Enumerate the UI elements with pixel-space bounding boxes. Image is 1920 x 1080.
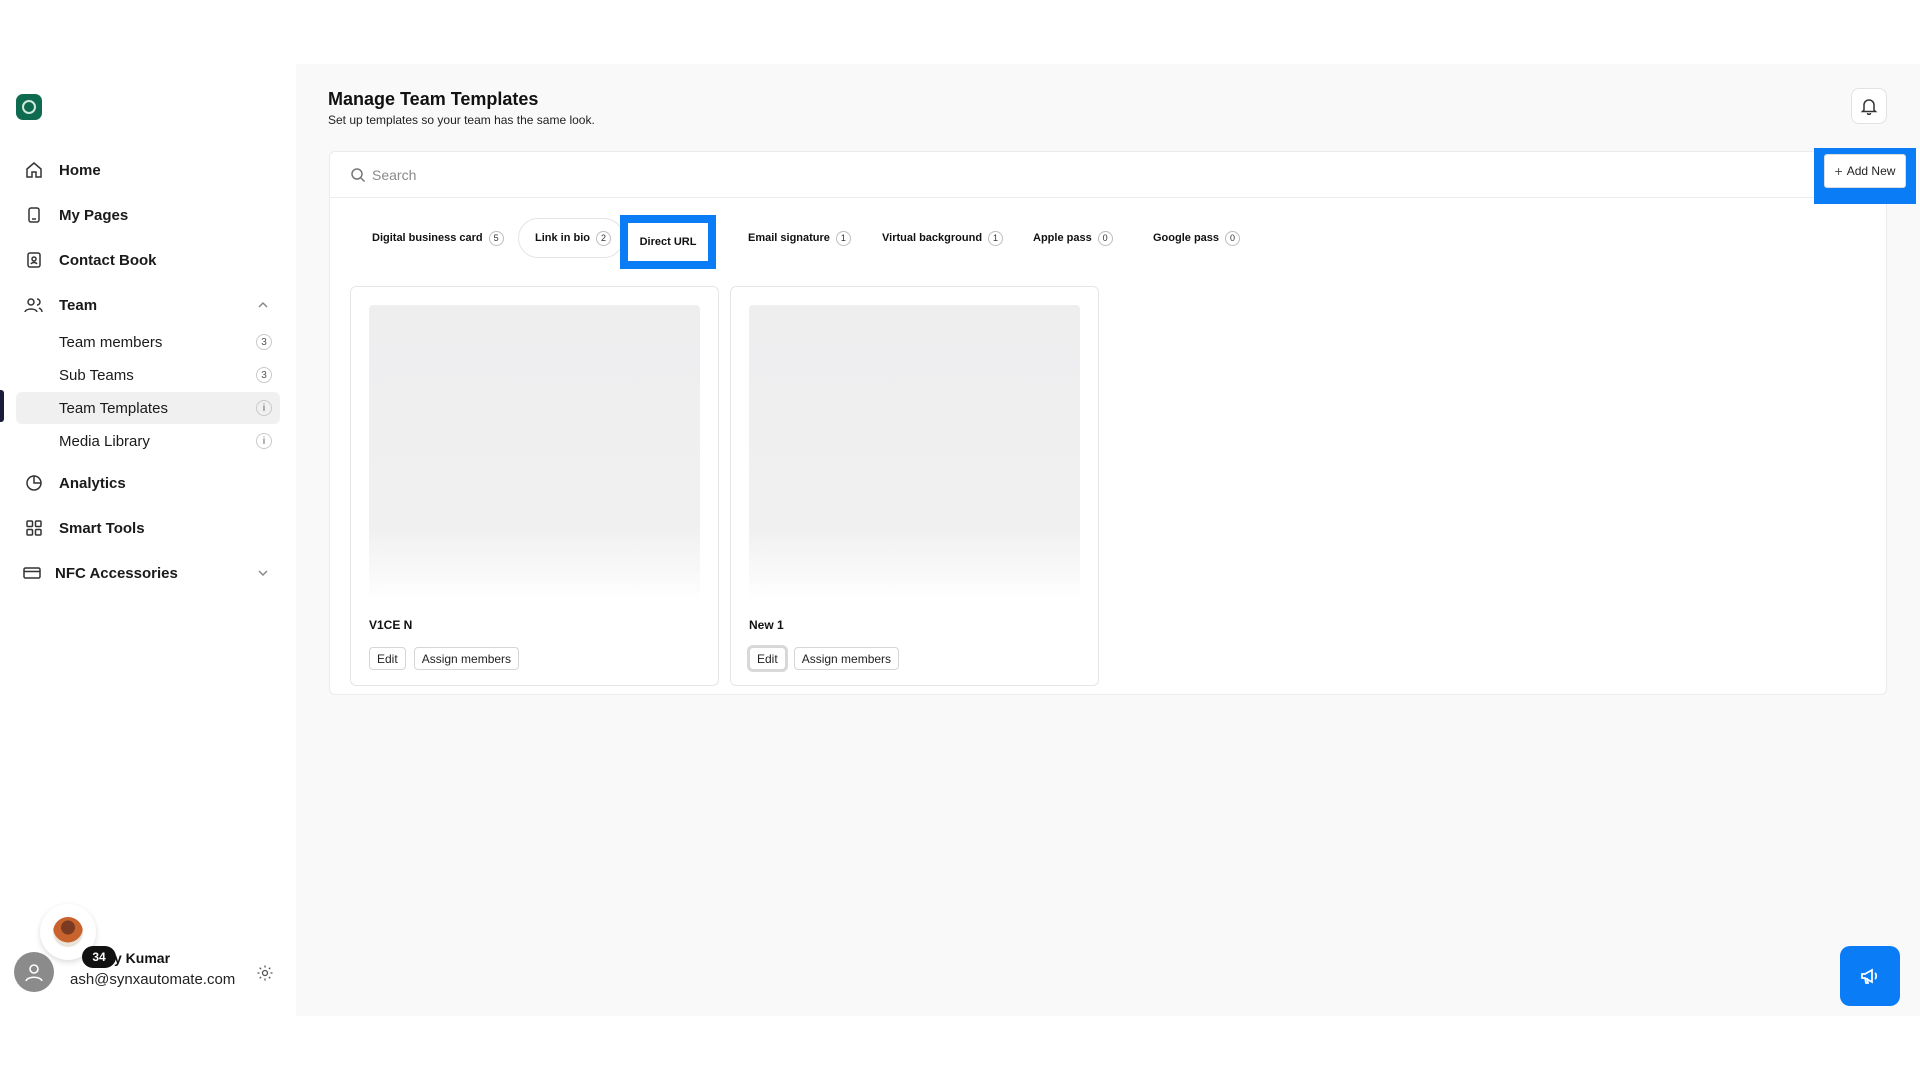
home-icon	[16, 152, 52, 188]
nav-item-contact-book[interactable]: Contact Book	[16, 242, 280, 278]
tab-virtual-background[interactable]: Virtual background 1	[882, 218, 1004, 258]
count-badge: 3	[256, 334, 272, 350]
template-name: New 1	[749, 618, 784, 632]
search-input[interactable]	[372, 160, 1472, 190]
sidebar-item-sub-teams[interactable]: Sub Teams 3	[16, 359, 280, 391]
nav-label: My Pages	[59, 206, 129, 224]
tab-label: Digital business card	[372, 232, 483, 244]
tab-google-pass[interactable]: Google pass 0	[1153, 218, 1241, 258]
template-type-tabs: Digital business card 5 Link in bio 2 Di…	[330, 215, 1330, 269]
add-new-highlight: + Add New	[1814, 148, 1916, 204]
megaphone-icon	[1861, 968, 1877, 984]
tab-label: Direct URL	[639, 236, 697, 248]
sidebar-item-team-members[interactable]: Team members 3	[16, 326, 280, 358]
tab-count: 0	[1225, 230, 1241, 246]
notifications-button[interactable]	[1851, 88, 1887, 124]
tab-apple-pass[interactable]: Apple pass 0	[1033, 218, 1113, 258]
edit-button[interactable]: Edit	[749, 647, 786, 670]
add-new-button[interactable]: + Add New	[1824, 154, 1906, 188]
nav-label: NFC Accessories	[55, 564, 178, 582]
template-name: V1CE N	[369, 618, 413, 632]
tab-label: Email signature	[748, 232, 830, 244]
templates-panel: + Add New Digital business card 5 Link i…	[329, 148, 1916, 695]
sidebar-item-team-templates[interactable]: Team Templates i	[16, 392, 280, 424]
tab-count: 1	[835, 230, 851, 246]
analytics-icon	[16, 465, 52, 501]
main-content: Manage Team Templates Set up templates s…	[296, 64, 1920, 1016]
card-icon	[16, 555, 48, 591]
nav-label: Team	[59, 296, 98, 314]
card-actions: Edit Assign members	[369, 647, 520, 670]
sidebar: Home My Pages Contact Book Team Team mem…	[0, 64, 296, 1016]
nav-item-analytics[interactable]: Analytics	[16, 465, 280, 501]
template-preview[interactable]	[749, 305, 1080, 603]
team-icon	[16, 287, 52, 323]
notification-count-badge: 34	[82, 946, 116, 968]
nav-label: Smart Tools	[59, 519, 145, 537]
tab-count: 0	[1097, 230, 1113, 246]
contact-book-icon	[16, 242, 52, 278]
card-actions: Edit Assign members	[749, 647, 900, 670]
page-subtitle: Set up templates so your team has the sa…	[328, 113, 595, 127]
nav-label: Analytics	[59, 474, 126, 492]
sub-label: Sub Teams	[59, 366, 134, 384]
user-profile[interactable]: 34 y Kumar ash@synxautomate.com	[14, 904, 284, 1000]
pages-icon	[16, 197, 52, 233]
assign-members-button[interactable]: Assign members	[793, 647, 900, 670]
page-title: Manage Team Templates	[328, 89, 539, 109]
tab-link-in-bio[interactable]: Link in bio 2	[518, 218, 624, 258]
tab-label: Virtual background	[882, 232, 983, 244]
sub-label: Media Library	[59, 432, 150, 450]
tab-label: Google pass	[1153, 232, 1220, 244]
bell-icon	[1860, 99, 1878, 115]
template-preview[interactable]	[369, 305, 700, 603]
profile-email: ash@synxautomate.com	[70, 971, 236, 988]
edit-button[interactable]: Edit	[369, 647, 406, 670]
gear-icon[interactable]	[256, 964, 274, 982]
sidebar-item-media-library[interactable]: Media Library i	[16, 425, 280, 457]
nav-item-my-pages[interactable]: My Pages	[16, 197, 280, 233]
active-indicator	[0, 390, 4, 422]
nav-item-nfc-accessories[interactable]: NFC Accessories	[16, 555, 280, 591]
nav-label: Contact Book	[59, 251, 157, 269]
chevron-up-icon[interactable]	[254, 296, 272, 314]
announcements-button[interactable]	[1840, 946, 1900, 1006]
info-icon: i	[256, 433, 272, 449]
brand-logo[interactable]	[16, 94, 42, 120]
nav-label: Home	[59, 161, 101, 179]
tab-email-signature[interactable]: Email signature 1	[748, 218, 851, 258]
assign-members-button[interactable]: Assign members	[413, 647, 520, 670]
template-card[interactable]: New 1 Edit Assign members	[730, 286, 1099, 686]
tab-digital-business-card[interactable]: Digital business card 5	[372, 218, 504, 258]
nav-item-smart-tools[interactable]: Smart Tools	[16, 510, 280, 546]
tab-direct-url[interactable]: Direct URL	[620, 215, 716, 269]
search-bar	[330, 152, 1886, 198]
search-icon	[350, 167, 366, 183]
tab-label: Apple pass	[1033, 232, 1092, 244]
template-card[interactable]: V1CE N Edit Assign members	[350, 286, 719, 686]
sub-label: Team Templates	[59, 399, 168, 417]
chevron-down-icon[interactable]	[254, 564, 272, 582]
count-badge: 3	[256, 367, 272, 383]
tab-label: Link in bio	[535, 232, 590, 244]
sub-label: Team members	[59, 333, 163, 351]
info-icon: i	[256, 400, 272, 416]
tab-count: 5	[488, 230, 504, 246]
add-new-label: Add New	[1846, 164, 1896, 178]
nav-item-team[interactable]: Team	[16, 287, 280, 323]
default-avatar-icon	[14, 952, 54, 992]
app: Home My Pages Contact Book Team Team mem…	[0, 64, 1920, 1016]
plus-icon: +	[1834, 163, 1843, 179]
nav-item-home[interactable]: Home	[16, 152, 280, 188]
tab-count: 1	[988, 230, 1004, 246]
profile-name: y Kumar	[114, 950, 171, 966]
tab-count: 2	[596, 230, 611, 246]
grid-icon	[16, 510, 52, 546]
